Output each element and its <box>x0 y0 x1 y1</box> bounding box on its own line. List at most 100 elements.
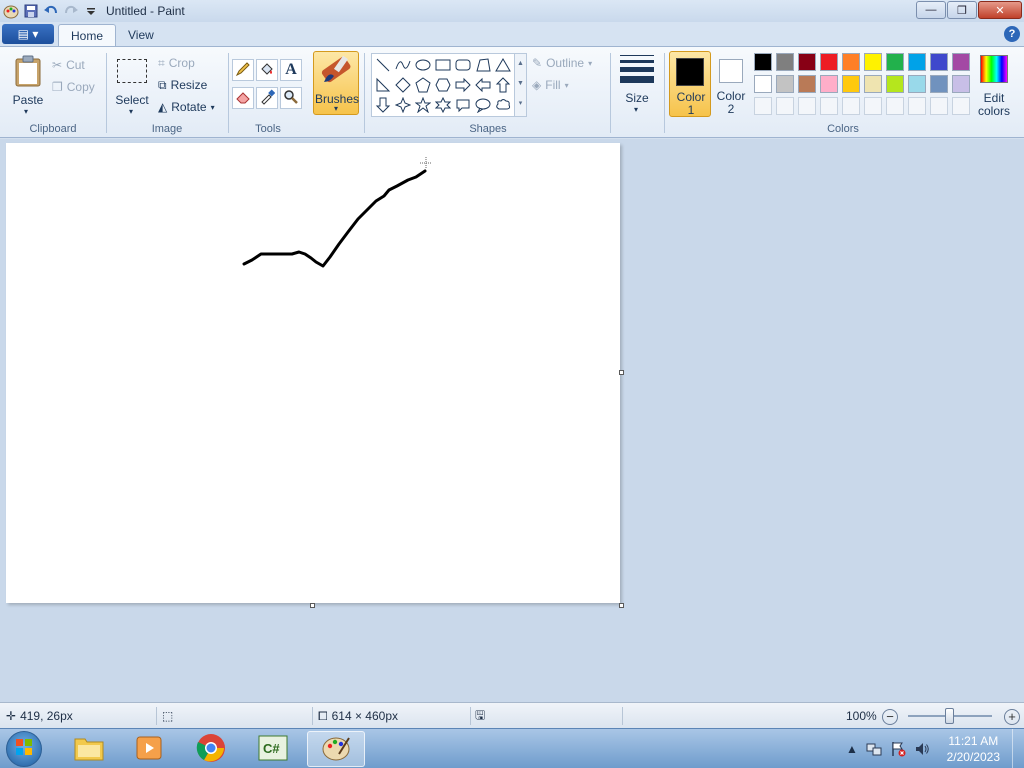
action-center-icon[interactable] <box>890 741 906 757</box>
show-hidden-icons[interactable]: ▲ <box>844 741 860 757</box>
custom-color-slot[interactable] <box>798 97 816 115</box>
paint-app-icon[interactable] <box>2 2 20 20</box>
down-arrow-shape-icon[interactable] <box>374 96 392 114</box>
palette-swatch[interactable] <box>908 53 926 71</box>
custom-color-slot[interactable] <box>776 97 794 115</box>
save-icon[interactable] <box>22 2 40 20</box>
paste-button[interactable]: Paste ▾ <box>8 53 48 116</box>
color2-button[interactable]: Color 2 <box>713 51 749 117</box>
palette-swatch[interactable] <box>776 75 794 93</box>
zoom-out-button[interactable]: − <box>882 709 898 725</box>
line-shape-icon[interactable] <box>374 56 392 74</box>
custom-color-slot[interactable] <box>754 97 772 115</box>
resize-button[interactable]: ⧉ Resize <box>158 75 207 95</box>
magnifier-tool[interactable] <box>280 87 302 109</box>
taskbar-paint[interactable] <box>307 731 365 767</box>
right-triangle-shape-icon[interactable] <box>374 76 392 94</box>
palette-swatch[interactable] <box>820 53 838 71</box>
rectangle-shape-icon[interactable] <box>434 56 452 74</box>
palette-swatch[interactable] <box>842 53 860 71</box>
select-button[interactable]: Select ▾ <box>112 53 152 116</box>
oval-callout-shape-icon[interactable] <box>474 96 492 114</box>
rotate-button[interactable]: ◭ Rotate ▾ <box>158 97 215 117</box>
rounded-rectangle-shape-icon[interactable] <box>454 56 472 74</box>
shapes-scroll[interactable]: ▲ ▼ ▾ <box>514 54 526 116</box>
palette-swatch[interactable] <box>908 75 926 93</box>
text-tool[interactable]: A <box>280 59 302 81</box>
custom-color-slot[interactable] <box>908 97 926 115</box>
left-arrow-shape-icon[interactable] <box>474 76 492 94</box>
diamond-shape-icon[interactable] <box>394 76 412 94</box>
custom-color-slot[interactable] <box>864 97 882 115</box>
cloud-callout-shape-icon[interactable] <box>494 96 512 114</box>
palette-swatch[interactable] <box>886 75 904 93</box>
customize-qat-icon[interactable] <box>82 2 100 20</box>
rounded-callout-shape-icon[interactable] <box>454 96 472 114</box>
fill-tool[interactable] <box>256 59 278 81</box>
show-desktop-button[interactable] <box>1012 729 1024 768</box>
palette-swatch[interactable] <box>930 53 948 71</box>
custom-color-slot[interactable] <box>842 97 860 115</box>
palette-swatch[interactable] <box>820 75 838 93</box>
custom-color-slot[interactable] <box>886 97 904 115</box>
zoom-slider-thumb[interactable] <box>945 708 954 724</box>
palette-swatch[interactable] <box>952 53 970 71</box>
palette-swatch[interactable] <box>952 75 970 93</box>
brushes-button[interactable]: Brushes ▾ <box>313 51 359 115</box>
taskbar-clock[interactable]: 11:21 AM 2/20/2023 <box>947 733 1000 765</box>
color1-button[interactable]: Color 1 <box>669 51 711 117</box>
palette-swatch[interactable] <box>864 53 882 71</box>
volume-icon[interactable] <box>914 741 930 757</box>
copy-button[interactable]: ❐ Copy <box>52 77 95 97</box>
custom-color-slot[interactable] <box>820 97 838 115</box>
palette-swatch[interactable] <box>842 75 860 93</box>
zoom-in-button[interactable]: + <box>1004 709 1020 725</box>
custom-color-slot[interactable] <box>930 97 948 115</box>
six-point-star-shape-icon[interactable] <box>434 96 452 114</box>
start-button[interactable] <box>6 731 42 767</box>
palette-swatch[interactable] <box>798 53 816 71</box>
cut-button[interactable]: ✂ Cut <box>52 55 85 75</box>
four-point-star-shape-icon[interactable] <box>394 96 412 114</box>
help-icon[interactable]: ? <box>1004 26 1020 42</box>
file-menu-button[interactable]: ▤ ▾ <box>2 24 54 44</box>
fill-button[interactable]: ◈ Fill ▾ <box>532 75 569 95</box>
resize-handle-corner[interactable] <box>619 603 624 608</box>
taskbar-explorer[interactable] <box>60 731 118 767</box>
right-arrow-shape-icon[interactable] <box>454 76 472 94</box>
undo-icon[interactable] <box>42 2 60 20</box>
palette-swatch[interactable] <box>886 53 904 71</box>
curve-shape-icon[interactable] <box>394 56 412 74</box>
resize-handle-bottom[interactable] <box>310 603 315 608</box>
color-picker-tool[interactable] <box>256 87 278 109</box>
crop-button[interactable]: ⌗ Crop <box>158 53 195 73</box>
tab-home[interactable]: Home <box>58 24 117 46</box>
hexagon-shape-icon[interactable] <box>434 76 452 94</box>
eraser-tool[interactable] <box>232 87 254 109</box>
drawing-canvas[interactable] <box>6 143 620 603</box>
close-button[interactable]: ✕ <box>978 1 1022 19</box>
up-arrow-shape-icon[interactable] <box>494 76 512 94</box>
restore-button[interactable]: ❐ <box>947 1 977 19</box>
pencil-tool[interactable] <box>232 59 254 81</box>
pentagon-shape-icon[interactable] <box>414 76 432 94</box>
taskbar-csharp-ide[interactable]: C# <box>244 731 302 767</box>
triangle-shape-icon[interactable] <box>494 56 512 74</box>
palette-swatch[interactable] <box>930 75 948 93</box>
network-icon[interactable] <box>866 741 882 757</box>
edit-colors-button[interactable]: Edit colors <box>974 53 1014 118</box>
outline-button[interactable]: ✎ Outline ▾ <box>532 53 592 73</box>
taskbar-media-player[interactable] <box>120 731 178 767</box>
tab-view[interactable]: View <box>116 24 166 46</box>
minimize-button[interactable]: — <box>916 1 946 19</box>
size-button[interactable]: Size ▾ <box>616 51 658 115</box>
taskbar-chrome[interactable] <box>182 731 240 767</box>
palette-swatch[interactable] <box>754 53 772 71</box>
palette-swatch[interactable] <box>864 75 882 93</box>
polygon-shape-icon[interactable] <box>474 56 492 74</box>
palette-swatch[interactable] <box>776 53 794 71</box>
oval-shape-icon[interactable] <box>414 56 432 74</box>
palette-swatch[interactable] <box>754 75 772 93</box>
palette-swatch[interactable] <box>798 75 816 93</box>
custom-color-slot[interactable] <box>952 97 970 115</box>
